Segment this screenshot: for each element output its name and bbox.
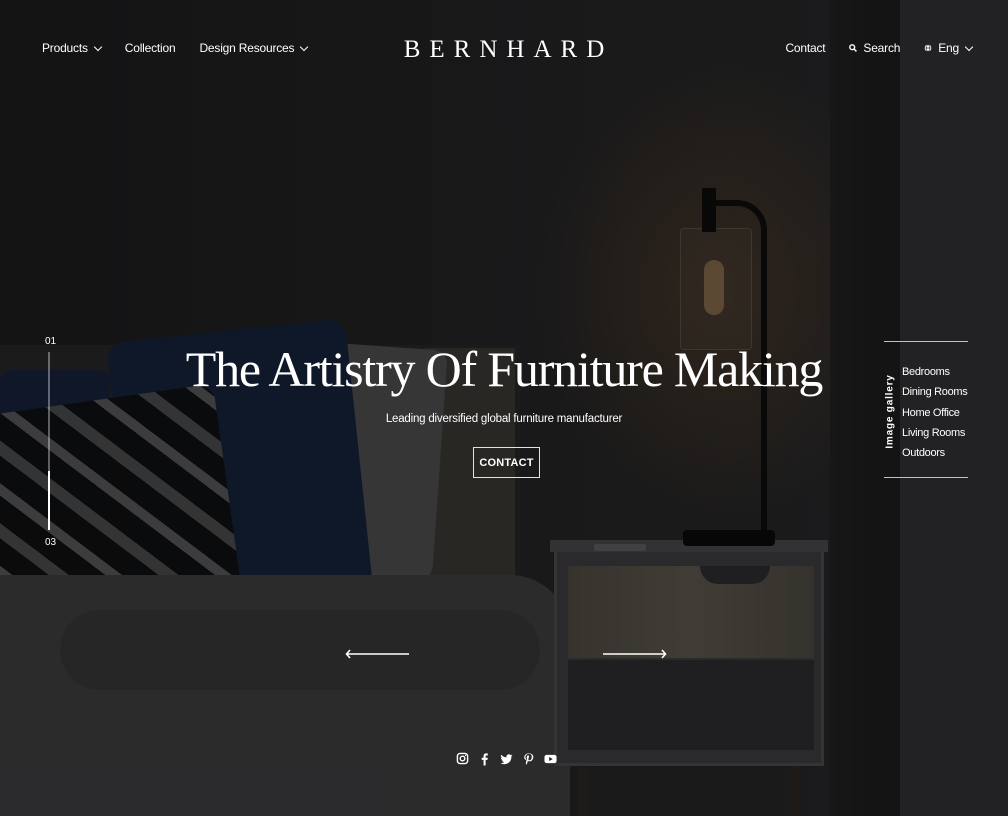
hero-background [0, 0, 1008, 816]
gallery-item-bedrooms[interactable]: Bedrooms [902, 362, 967, 382]
gallery-list: Bedrooms Dining Rooms Home Office Living… [902, 362, 968, 463]
slide-total: 03 [45, 537, 57, 548]
pinterest-icon[interactable] [522, 752, 535, 766]
twitter-icon[interactable] [500, 752, 513, 766]
language-selector[interactable]: Eng [924, 41, 974, 55]
contact-link-label: Contact [785, 41, 826, 55]
prev-slide-button[interactable] [345, 647, 409, 659]
gallery-item-dining-rooms[interactable]: Dining Rooms [902, 382, 968, 402]
search-icon [849, 44, 858, 52]
dark-overlay [0, 0, 1008, 816]
gallery-item-outdoors[interactable]: Outdoors [902, 443, 967, 463]
gallery-heading: Image gallery [884, 374, 896, 449]
arrow-left-icon [345, 649, 409, 659]
brand-logo-text: BERNHARD [403, 36, 614, 63]
arrow-right-icon [603, 649, 667, 659]
gallery-divider-top [884, 341, 968, 342]
next-slide-button[interactable] [603, 647, 667, 659]
contact-button[interactable]: CONTACT [473, 447, 540, 478]
hero-title: The Artistry Of Furniture Making [185, 341, 824, 397]
gallery-item-living-rooms[interactable]: Living Rooms [902, 423, 967, 443]
contact-link[interactable]: Contact [785, 41, 825, 55]
language-label: Eng [938, 41, 959, 55]
gallery-item-home-office[interactable]: Home Office [902, 403, 967, 423]
gallery-divider-bottom [884, 477, 968, 478]
facebook-icon[interactable] [478, 752, 491, 766]
social-links [456, 752, 557, 766]
utility-nav: Contact Search Eng [761, 41, 974, 55]
chevron-down-icon [964, 42, 974, 51]
search-label: Search [863, 41, 901, 55]
hero-subtitle: Leading diversified global furniture man… [385, 413, 623, 425]
globe-icon [924, 44, 932, 52]
youtube-icon[interactable] [544, 752, 557, 766]
slide-progress-fill [48, 471, 50, 530]
search-button[interactable]: Search [849, 41, 900, 55]
instagram-icon[interactable] [456, 752, 469, 766]
